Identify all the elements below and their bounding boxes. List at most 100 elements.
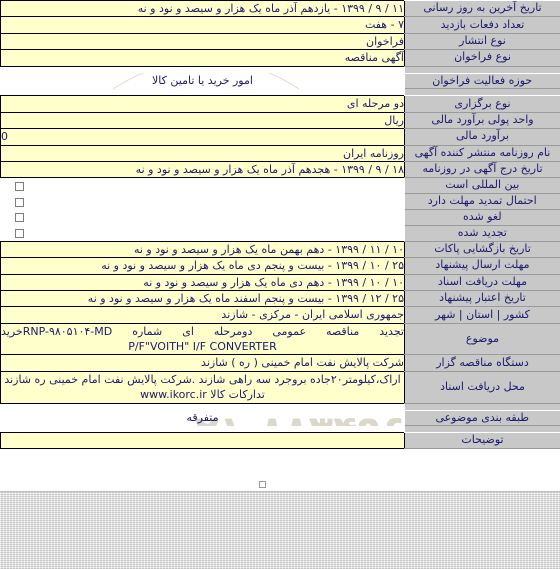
row-spacer bbox=[0, 88, 560, 96]
visit-count-text: ۷ - هفت bbox=[364, 18, 404, 32]
checkbox-cell bbox=[0, 193, 405, 210]
checkbox-is-international[interactable] bbox=[14, 182, 24, 192]
newspaper-publish-date-label-text: تاریخ درج آگهی در روزنامه bbox=[422, 162, 543, 176]
document-receipt-location-label: محل دریافت اسناد bbox=[404, 370, 560, 404]
document-receipt-location-label-text: محل دریافت اسناد bbox=[440, 379, 525, 393]
proposal-validity-date-label: تاریخ اعتبار پیشنهاد bbox=[404, 289, 560, 308]
is-cancelled-label: لغو شده bbox=[404, 209, 560, 226]
document-receipt-deadline-label: مهلت دریافت اسناد bbox=[404, 273, 560, 291]
proposal-validity-date-value: ۲۵ / ۱۲ / ۱۳۹۹ - بیست و پنجم اسفند ماه ی… bbox=[0, 289, 405, 308]
tender-authority-text: شرکت پالایش نفت امام خمینی ( ره ) شازند bbox=[201, 356, 404, 370]
newspaper-publish-date-value: ۱۸ / ۹ / ۱۳۹۹ - هجدهم آذر ماه یک هزار و … bbox=[0, 160, 405, 179]
currency-unit-label: واحد پولی برآورد مالی bbox=[404, 111, 560, 130]
table-row: حوزه فعالیت فراخوان امور خرید یا تامین کا… bbox=[1, 72, 560, 90]
proposal-submission-deadline-label: مهلت ارسال پیشنهاد bbox=[404, 257, 560, 275]
table-row: تجدید شده bbox=[0, 224, 560, 242]
extension-possible-label: احتمال تمدید مهلت دارد bbox=[404, 193, 560, 211]
spacer-cell bbox=[0, 88, 405, 96]
table-row: برآورد مالی 0 bbox=[0, 128, 560, 146]
announcement-type-value: آگهی مناقصه bbox=[0, 49, 405, 67]
announcement-type-label-text: نوع فراخوان bbox=[454, 50, 511, 64]
envelope-opening-date-label-text: تاریخ بازگشایی پاکات bbox=[434, 242, 531, 255]
financial-estimate-label: برآورد مالی bbox=[404, 128, 560, 146]
table-row: نوع فراخوان آگهی مناقصه bbox=[0, 49, 560, 67]
row-spacer bbox=[0, 425, 560, 433]
checkbox-is-renewed[interactable] bbox=[14, 229, 24, 239]
checkbox-extension-possible[interactable] bbox=[14, 197, 24, 207]
spacer-cell bbox=[0, 425, 405, 433]
currency-unit-text: ریال bbox=[384, 113, 404, 127]
page-footer-marker bbox=[259, 481, 266, 488]
activity-field-text: امور خرید یا تامین کالا bbox=[152, 74, 253, 88]
checkbox-cell bbox=[0, 225, 405, 242]
holding-type-label: نوع برگزاری bbox=[404, 95, 560, 113]
table-row: مهلت ارسال پیشنهاد ۲۵ / ۱۰ / ۱۳۹۹ - بیست … bbox=[0, 257, 560, 275]
description-label: توضیحات bbox=[404, 432, 560, 450]
holding-type-label-text: نوع برگزاری bbox=[454, 96, 511, 110]
is-renewed-label: تجدید شده bbox=[404, 224, 560, 242]
spacer-cell bbox=[404, 66, 560, 74]
announcement-type-label: نوع فراخوان bbox=[404, 49, 560, 67]
holding-type-value: دو مرحله ای bbox=[0, 95, 405, 113]
publication-type-value: فراخوان bbox=[0, 32, 405, 51]
table-row: تاریخ درج آگهی در روزنامه ۱۸ / ۹ / ۱۳۹۹ -… bbox=[0, 160, 560, 179]
publication-type-label-text: نوع انتشار bbox=[459, 34, 506, 48]
newspaper-publish-date-text: ۱۸ / ۹ / ۱۳۹۹ - هجدهم آذر ماه یک هزار و … bbox=[135, 162, 404, 176]
country-province-city-text: جمهوری اسلامی ایران - مرکزی - شازند bbox=[221, 308, 404, 322]
subject-classification-text: متفرقه bbox=[186, 411, 219, 425]
is-renewed-label-text: تجدید شده bbox=[457, 225, 507, 239]
bottom-texture-strip bbox=[0, 491, 560, 569]
document-receipt-deadline-value: ۱۰ / ۱۰ / ۱۳۹۹ - دهم دی ماه یک هزار و سی… bbox=[0, 273, 405, 291]
subject-label: موضوع bbox=[404, 322, 560, 356]
table-row: محل دریافت اسناد اراک،کیلومتر۲۰جاده بروجر… bbox=[0, 370, 560, 404]
description-label-text: توضیحات bbox=[461, 433, 504, 447]
table-row: بین المللی است bbox=[0, 177, 560, 195]
country-province-city-label: کشور | استان | شهر bbox=[404, 306, 560, 324]
currency-unit-label-text: واحد پولی برآورد مالی bbox=[431, 113, 534, 127]
publication-type-label: نوع انتشار bbox=[404, 32, 560, 51]
table-row: طبقه بندی موضوعی متفرقه bbox=[1, 409, 560, 427]
proposal-submission-deadline-value: ۲۵ / ۱۰ / ۱۳۹۹ - بیست و پنجم دی ماه یک ه… bbox=[0, 257, 405, 275]
activity-field-label-text: حوزه فعالیت فراخوان bbox=[432, 73, 533, 87]
announcement-type-text: آگهی مناقصه bbox=[344, 51, 404, 65]
table-row: نام روزنامه منتشر کننده آگهی روزنامه ایرا… bbox=[0, 144, 560, 162]
last-update-date-label-text: تاریخ آخرین به روز رسانی bbox=[423, 1, 542, 15]
table-row: واحد پولی برآورد مالی ریال bbox=[0, 111, 560, 130]
newspaper-name-label: نام روزنامه منتشر کننده آگهی bbox=[404, 144, 560, 162]
subject-line-en: P/F"VOITH" I/F CONVERTER bbox=[128, 340, 277, 354]
last-update-date-text: ۱۱ / ۹ / ۱۳۹۹ - یازدهم آذر ماه یک هزار و… bbox=[137, 2, 404, 15]
tender-authority-value: شرکت پالایش نفت امام خمینی ( ره ) شازند bbox=[0, 354, 405, 372]
proposal-submission-deadline-text: ۲۵ / ۱۰ / ۱۳۹۹ - بیست و پنجم دی ماه یک ه… bbox=[101, 259, 404, 273]
description-value bbox=[0, 432, 405, 450]
table-row: نوع برگزاری دو مرحله ای bbox=[0, 95, 560, 113]
table-row: دستگاه مناقصه گزار شرکت پالایش نفت امام خ… bbox=[0, 354, 560, 372]
proposal-submission-deadline-label-text: مهلت ارسال پیشنهاد bbox=[435, 258, 530, 272]
last-update-date-label: تاریخ آخرین به روز رسانی bbox=[404, 0, 560, 18]
extension-possible-label-text: احتمال تمدید مهلت دارد bbox=[427, 194, 537, 208]
subject-line-fa: تجدید مناقصه عمومی دومرحله ای شماره RNP-… bbox=[1, 324, 404, 338]
table-row: تاریخ بازگشایی پاکات ۱۰ / ۱۱ / ۱۳۹۹ - دهم… bbox=[0, 240, 560, 259]
tender-detail-table: تاریخ آخرین به روز رسانی ۱۱ / ۹ / ۱۳۹۹ - … bbox=[0, 0, 560, 450]
subject-classification-label: طبقه بندی موضوعی bbox=[404, 409, 560, 427]
visit-count-label-text: تعداد دفعات بازدید bbox=[440, 17, 525, 31]
row-spacer bbox=[0, 403, 560, 411]
newspaper-name-label-text: نام روزنامه منتشر کننده آگهی bbox=[414, 145, 551, 159]
checkbox-is-cancelled[interactable] bbox=[14, 213, 24, 223]
table-row: مهلت دریافت اسناد ۱۰ / ۱۰ / ۱۳۹۹ - دهم دی… bbox=[0, 273, 560, 291]
table-row: لغو شده bbox=[0, 209, 560, 226]
financial-estimate-text: 0 bbox=[1, 130, 8, 144]
document-receipt-deadline-text: ۱۰ / ۱۰ / ۱۳۹۹ - دهم دی ماه یک هزار و سی… bbox=[143, 275, 404, 289]
spacer-cell bbox=[0, 66, 405, 74]
last-update-date-value: ۱۱ / ۹ / ۱۳۹۹ - یازدهم آذر ماه یک هزار و… bbox=[0, 0, 405, 18]
subject-classification-label-text: طبقه بندی موضوعی bbox=[435, 410, 530, 424]
activity-field-label: حوزه فعالیت فراخوان bbox=[404, 72, 560, 90]
holding-type-text: دو مرحله ای bbox=[346, 97, 404, 111]
currency-unit-value: ریال bbox=[0, 111, 405, 130]
spacer-cell bbox=[404, 88, 560, 96]
country-province-city-label-text: کشور | استان | شهر bbox=[435, 307, 530, 321]
is-international-label-text: بین المللی است bbox=[445, 178, 520, 192]
proposal-validity-date-label-text: تاریخ اعتبار پیشنهاد bbox=[439, 291, 526, 305]
visit-count-label: تعداد دفعات بازدید bbox=[404, 16, 560, 34]
is-international-label: بین المللی است bbox=[404, 177, 560, 195]
table-row: توضیحات bbox=[0, 432, 560, 450]
